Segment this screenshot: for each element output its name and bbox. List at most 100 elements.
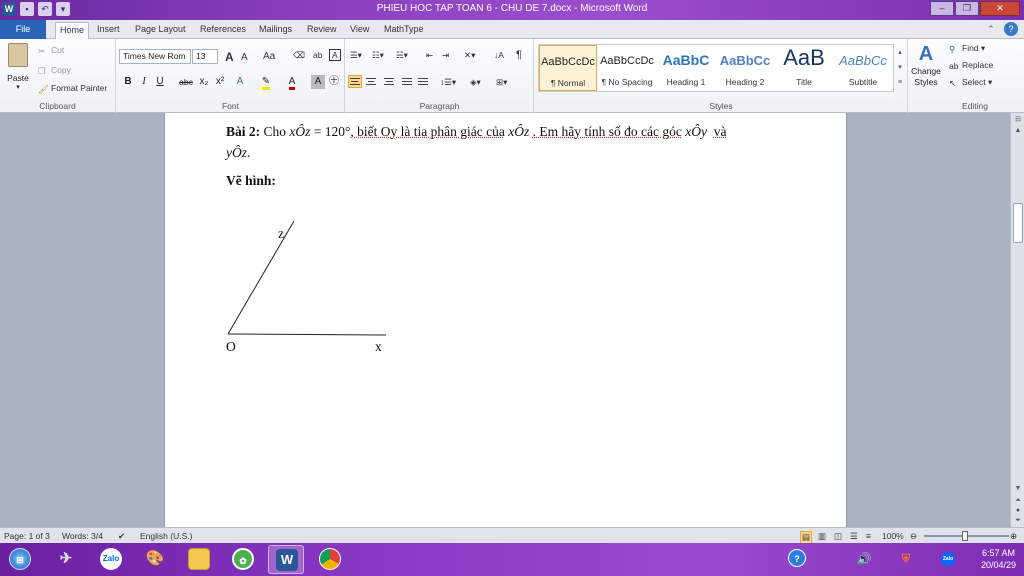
web-layout-icon[interactable]: ◫ [834,531,842,542]
borders-icon[interactable]: ⊞▾ [496,77,507,88]
grow-font-button[interactable]: A [225,50,234,64]
line-spacing-icon[interactable]: ↕☰▾ [440,77,456,88]
tray-security[interactable]: ⛨ [888,545,924,574]
select-button[interactable]: ↖ Select ▾ [949,77,992,88]
subscript-button[interactable]: x₂ [197,75,211,89]
system-clock[interactable]: 6:57 AM 20/04/29 [981,547,1016,571]
shading-icon[interactable]: ◈▾ [470,77,481,88]
tray-help[interactable]: ? [780,545,816,574]
styles-scroll-icon[interactable]: ▴ ▾ ≡ [895,45,905,91]
proofing-icon[interactable]: ✔ [118,531,125,542]
multilevel-list-icon[interactable]: ☵▾ [396,50,408,61]
font-family-select[interactable]: Times New Rom [119,49,191,64]
align-left-button[interactable] [348,75,362,88]
shrink-font-button[interactable]: A [241,52,248,63]
tab-references[interactable]: References [200,24,246,34]
copy-button[interactable]: ❐ Copy [38,65,71,76]
word-count[interactable]: Words: 3/4 [62,531,103,541]
full-screen-reading-icon[interactable]: ▥ [818,531,826,542]
browse-object-icon[interactable]: ● [1013,507,1023,517]
binoculars-icon: ⚲ [949,43,956,54]
enclose-characters-icon[interactable]: ㊉ [327,75,341,89]
vertical-scrollbar[interactable]: ⊟ ▲ ▼ ⏶ ● ⏷ [1010,113,1024,527]
style-heading-2[interactable]: AaBbCc Heading 2 [716,45,774,91]
replace-button[interactable]: ab Replace [949,60,993,71]
minimize-ribbon-icon[interactable]: ⌃ [984,22,998,36]
bold-button[interactable]: B [121,75,135,89]
character-border-icon[interactable]: A [329,49,341,61]
decrease-indent-icon[interactable]: ⇤ [426,50,433,61]
italic-button[interactable]: I [137,75,151,89]
taskbar-app-explorer[interactable] [181,545,217,574]
style-no-spacing[interactable]: AaBbCcDc ¶ No Spacing [598,45,656,91]
font-color-icon[interactable]: A [285,75,299,90]
taskbar-app-word[interactable]: W [268,545,304,574]
document-page[interactable]: Bài 2: Cho xÔz = 120°, biết Oy là tia ph… [164,113,847,527]
increase-indent-icon[interactable]: ⇥ [442,50,449,61]
bullets-icon[interactable]: ☰▾ [350,50,362,61]
zoom-out-icon[interactable]: ⊖ [910,531,917,542]
next-page-icon[interactable]: ⏷ [1013,517,1023,527]
distributed-button[interactable] [416,75,430,88]
restore-button[interactable]: ❐ [955,1,979,16]
superscript-button[interactable]: x² [213,75,227,89]
text-effects-icon[interactable]: A [233,75,247,89]
highlight-icon[interactable]: ✎ [259,75,273,90]
style-normal[interactable]: AaBbCcDc ¶ Normal [539,45,597,91]
zoom-slider-handle[interactable] [962,531,968,541]
font-size-select[interactable]: 13 [192,49,218,64]
tab-review[interactable]: Review [307,24,337,34]
minimize-button[interactable]: – [930,1,954,16]
scroll-up-arrow-icon[interactable]: ▲ [1013,127,1023,137]
help-icon[interactable]: ? [1004,22,1018,36]
tray-zalo[interactable]: Zalo [930,545,966,574]
zoom-in-icon[interactable]: ⊕ [1010,531,1017,542]
show-formatting-button[interactable]: ¶ [516,49,522,61]
strikethrough-button[interactable]: abc [177,75,195,89]
change-styles-button[interactable]: A Change Styles [908,43,944,88]
change-case-button[interactable]: Aa [263,51,275,62]
style-subtitle[interactable]: AaBbCc Subtitle [834,45,892,91]
find-button[interactable]: ⚲ Find ▾ [949,43,985,54]
asian-layout-icon[interactable]: ✕▾ [464,50,475,61]
page-count[interactable]: Page: 1 of 3 [4,531,50,541]
zoom-level[interactable]: 100% [882,531,904,541]
justify-button[interactable] [400,75,414,88]
style-heading-1[interactable]: AaBbC Heading 1 [657,45,715,91]
taskbar-app-zalo[interactable]: Zalo [93,545,129,574]
underline-button[interactable]: U [153,75,167,89]
align-center-button[interactable] [364,75,378,88]
start-button[interactable]: ⊞ [2,545,38,574]
taskbar-app-chrome[interactable] [312,545,348,574]
close-button[interactable]: ✕ [980,1,1020,16]
numbering-icon[interactable]: ☷▾ [372,50,384,61]
tab-file[interactable]: File [0,20,46,39]
format-painter-button[interactable]: 🖌 Format Painter [38,83,107,94]
align-right-button[interactable] [382,75,396,88]
angle-figure [227,220,387,336]
outline-view-icon[interactable]: ☰ [850,531,858,542]
tab-mathtype[interactable]: MathType [384,24,424,34]
clear-formatting-icon[interactable]: ⌫ [293,50,305,61]
character-shading-icon[interactable]: A [311,75,325,89]
cut-button[interactable]: ✂ Cut [38,45,64,56]
phonetic-guide-icon[interactable]: ab [313,50,322,60]
taskbar-app-green[interactable]: ✿ [225,545,261,574]
taskbar-app-plane[interactable]: ✈ [48,545,84,574]
tab-insert[interactable]: Insert [97,24,120,34]
tab-home[interactable]: Home [55,22,89,40]
tab-view[interactable]: View [350,24,369,34]
tab-page-layout[interactable]: Page Layout [135,24,186,34]
paste-button[interactable]: Paste ▾ [4,43,32,95]
scroll-down-arrow-icon[interactable]: ▼ [1013,485,1023,495]
draft-view-icon[interactable]: ≡ [866,531,871,541]
scroll-thumb[interactable] [1013,203,1023,243]
tab-mailings[interactable]: Mailings [259,24,292,34]
style-title[interactable]: AaB Title [775,45,833,91]
previous-page-icon[interactable]: ⏶ [1013,497,1023,507]
language[interactable]: English (U.S.) [140,531,192,541]
ruler-toggle-icon[interactable]: ⊟ [1013,115,1023,125]
tray-volume[interactable]: 🔊 [846,545,882,574]
sort-icon[interactable]: ↓A [494,50,504,60]
taskbar-app-paint[interactable]: 🎨 [137,545,173,574]
